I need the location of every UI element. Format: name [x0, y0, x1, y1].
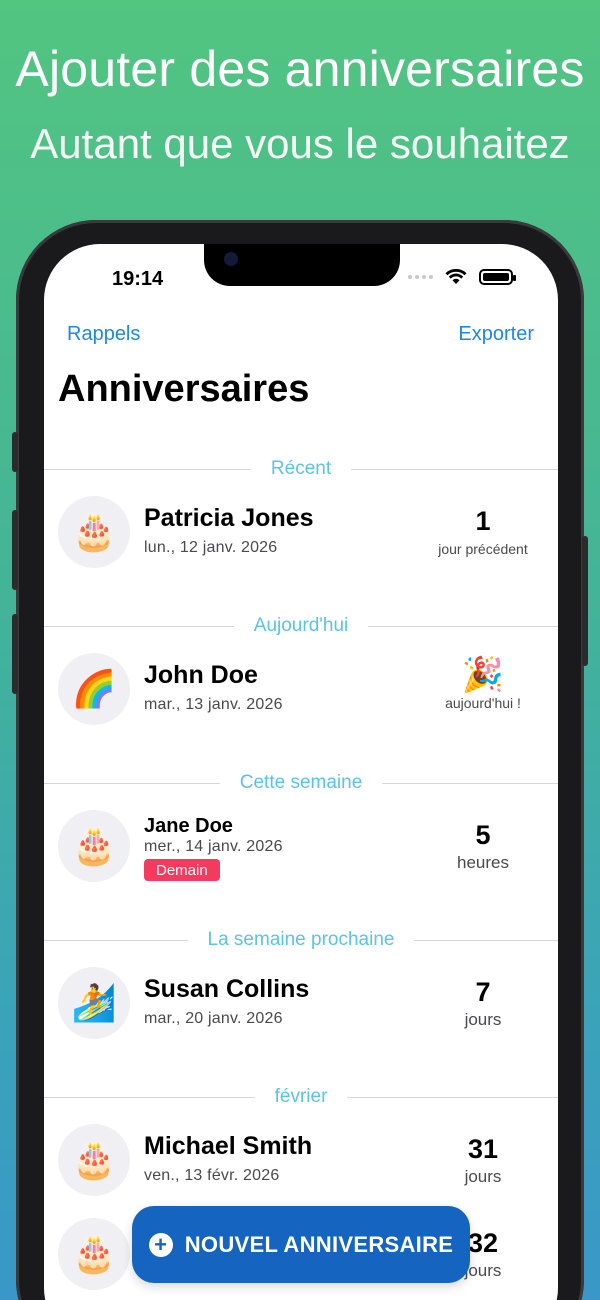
birthday-date: ven., 13 févr. 2026: [144, 1167, 280, 1184]
countdown: 1 jour précédent: [408, 506, 558, 557]
status-icons: [408, 269, 516, 285]
birthday-row[interactable]: 🏄 Susan Collins mar., 20 janv. 2026 7 jo…: [44, 967, 558, 1077]
birthday-date: mar., 20 janv. 2026: [144, 1010, 283, 1027]
section-header-next-week: La semaine prochaine: [44, 928, 558, 952]
countdown-unit: jour précédent: [438, 541, 528, 557]
avatar: 🎂: [58, 496, 130, 568]
countdown-number: 31: [467, 1134, 499, 1164]
side-button-volume-down: [12, 614, 18, 694]
section-header-today: Aujourd'hui: [44, 614, 558, 638]
phone-screen: 19:14 Rappels Exporter Anniversaires Réc…: [44, 244, 558, 1300]
person-name: Michael Smith: [144, 1132, 313, 1160]
avatar: 🎂: [58, 1124, 130, 1196]
countdown: 5 heures: [408, 820, 558, 873]
countdown-number: 7: [475, 977, 491, 1007]
promo-subline: Autant que vous le souhaitez: [30, 120, 570, 167]
person-name: Patricia Jones: [144, 504, 314, 532]
side-button-mute: [12, 432, 18, 472]
plus-icon: +: [148, 1232, 173, 1257]
side-button-volume-up: [12, 510, 18, 590]
side-button-power: [582, 536, 588, 666]
reminders-button[interactable]: Rappels: [67, 323, 140, 346]
countdown-unit: heures: [457, 853, 509, 872]
notch: [204, 244, 400, 286]
countdown-number: 1: [475, 506, 491, 536]
person-name: Jane Doe: [144, 815, 233, 837]
countdown-unit: jours: [464, 1010, 502, 1029]
countdown-unit: aujourd'hui !: [445, 695, 521, 711]
section-header-recent: Récent: [44, 457, 558, 481]
person-name: Susan Collins: [144, 975, 310, 1003]
countdown-number: 5: [475, 820, 491, 850]
birthday-row[interactable]: 🎂 Patricia Jones lun., 12 janv. 2026 1 j…: [44, 496, 558, 606]
export-button[interactable]: Exporter: [458, 323, 534, 346]
person-name: John Doe: [144, 661, 258, 689]
wifi-icon: [445, 269, 467, 284]
promo-headline: Ajouter des anniversaires: [15, 41, 585, 97]
birthday-date: lun., 12 janv. 2026: [144, 539, 278, 556]
signal-icon: [408, 275, 433, 279]
new-birthday-label: NOUVEL ANNIVERSAIRE: [184, 1231, 454, 1257]
status-time: 19:14: [112, 268, 164, 290]
countdown-unit: jours: [464, 1167, 502, 1186]
avatar: 🎂: [58, 810, 130, 882]
countdown: 7 jours: [408, 977, 558, 1030]
birthday-row[interactable]: 🎂 Jane Doe mer., 14 janv. 2026 Demain 5 …: [44, 810, 558, 920]
birthday-date: mar., 13 janv. 2026: [144, 696, 283, 713]
birthday-row[interactable]: 🌈 John Doe mar., 13 janv. 2026 🎉 aujourd…: [44, 653, 558, 763]
battery-icon: [479, 269, 516, 285]
birthday-date: mer., 14 janv. 2026: [144, 838, 283, 855]
countdown: 31 jours: [408, 1134, 558, 1187]
camera: [224, 252, 238, 266]
new-birthday-button[interactable]: + NOUVEL ANNIVERSAIRE: [132, 1206, 470, 1283]
avatar: 🌈: [58, 653, 130, 725]
tomorrow-badge: Demain: [144, 859, 220, 881]
section-header-february: février: [44, 1085, 558, 1109]
page-title: Anniversaires: [58, 368, 310, 410]
avatar: 🎂: [58, 1218, 130, 1290]
section-header-this-week: Cette semaine: [44, 771, 558, 795]
party-popper-icon: 🎉: [461, 656, 505, 694]
avatar: 🏄: [58, 967, 130, 1039]
countdown: 🎉 aujourd'hui !: [408, 657, 558, 711]
